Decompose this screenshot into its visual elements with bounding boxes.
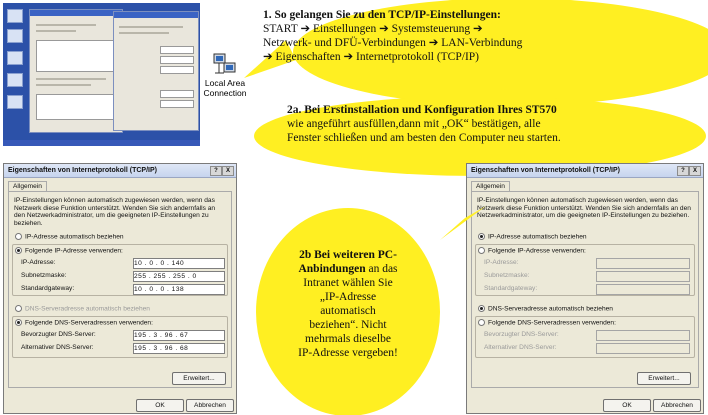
subnet-mask-input xyxy=(596,271,690,282)
bubble-2b-line: automatisch xyxy=(320,305,376,317)
dns1-input xyxy=(596,330,690,341)
radio-auto-dns[interactable]: DNS-Serveradresse automatisch beziehen xyxy=(478,305,613,312)
label-ip: IP-Adresse: xyxy=(21,259,56,266)
gateway-input[interactable]: 10 . 0 . 0 . 138 xyxy=(133,284,225,295)
radio-auto-dns[interactable]: DNS-Serveradresse automatisch beziehen xyxy=(15,305,150,312)
ip-address-input[interactable]: 10 . 0 . 0 . 140 xyxy=(133,258,225,269)
radio-label: DNS-Serveradresse automatisch beziehen xyxy=(488,305,613,313)
bubble-2b-line: 2b Bei weiteren PC- xyxy=(299,249,397,261)
radio-label: Folgende IP-Adresse verwenden: xyxy=(25,247,123,255)
bubble-1-text: 1. So gelangen Sie zu den TCP/IP-Einstel… xyxy=(263,8,673,64)
cancel-button[interactable]: Abbrechen xyxy=(653,399,701,412)
bubble-2b-line: IP-Adresse vergeben! xyxy=(298,347,398,359)
ip-address-input xyxy=(596,258,690,269)
desktop-icon xyxy=(7,51,23,65)
taskbar xyxy=(3,140,200,146)
window-connection-properties xyxy=(29,9,123,133)
label-gateway: Standardgateway: xyxy=(21,285,75,292)
ok-button[interactable]: OK xyxy=(136,399,184,412)
bubble-1-line: START ➔ Einstellungen ➔ Systemsteuerung … xyxy=(263,23,483,35)
label-dns1: Bevorzugter DNS-Server: xyxy=(21,331,96,338)
radio-manual-ip[interactable]: Folgende IP-Adresse verwenden: xyxy=(15,247,123,254)
dialog-title: Eigenschaften von Internetprotokoll (TCP… xyxy=(467,164,703,178)
advanced-button[interactable]: Erweitert... xyxy=(637,372,691,385)
radio-manual-dns[interactable]: Folgende DNS-Serveradressen verwenden: xyxy=(478,319,616,326)
gateway-input xyxy=(596,284,690,295)
bubble-2a-line: wie angeführt ausfüllen,dann mit „OK“ be… xyxy=(287,118,541,130)
bubble-2b-bold: Anbindungen xyxy=(298,263,366,275)
bubble-2b-line: mehrmals dieselbe xyxy=(305,333,391,345)
help-button[interactable]: ? xyxy=(677,166,689,176)
radio-button[interactable] xyxy=(15,319,22,326)
radio-button[interactable] xyxy=(15,247,22,254)
bubble-2b-line: beziehen“. Nicht xyxy=(309,319,387,331)
bubble-2b-line: Intranet wählen Sie xyxy=(303,277,393,289)
tab-general[interactable]: Allgemein xyxy=(471,181,510,191)
desktop-icon xyxy=(7,29,23,43)
close-button[interactable]: X xyxy=(689,166,701,176)
radio-manual-ip[interactable]: Folgende IP-Adresse verwenden: xyxy=(478,247,586,254)
bubble-2a-text: 2a. Bei Erstinstallation und Konfigurati… xyxy=(287,103,667,145)
tcpip-dialog-left: Eigenschaften von Internetprotokoll (TCP… xyxy=(3,163,237,414)
bubble-2b-line: an das xyxy=(365,263,398,275)
bubble-2a-line: Fenster schließen und am besten den Comp… xyxy=(287,132,561,144)
radio-label: IP-Adresse automatisch beziehen xyxy=(25,233,124,241)
dialog-title: Eigenschaften von Internetprotokoll (TCP… xyxy=(4,164,236,178)
label-dns2: Alternativer DNS-Server: xyxy=(484,344,557,351)
radio-label: DNS-Serveradresse automatisch beziehen xyxy=(25,305,150,313)
radio-label: IP-Adresse automatisch beziehen xyxy=(488,233,587,241)
label-mask: Subnetzmaske: xyxy=(484,272,530,279)
radio-label: Folgende IP-Adresse verwenden: xyxy=(488,247,586,255)
bubble-1-line: Netzwerk- und DFÜ-Verbindungen ➔ LAN-Ver… xyxy=(263,37,523,49)
dns2-input[interactable]: 195 . 3 . 96 . 68 xyxy=(133,343,225,354)
desktop-screenshot xyxy=(3,3,200,146)
dns1-input[interactable]: 195 . 3 . 96 . 67 xyxy=(133,330,225,341)
radio-label: Folgende DNS-Serveradressen verwenden: xyxy=(488,319,616,327)
radio-button[interactable] xyxy=(15,305,22,312)
label-dns1: Bevorzugter DNS-Server: xyxy=(484,331,559,338)
desktop-icon xyxy=(7,95,23,109)
radio-button[interactable] xyxy=(15,233,22,240)
help-button[interactable]: ? xyxy=(210,166,222,176)
label-dns2: Alternativer DNS-Server: xyxy=(21,344,94,351)
bubble-1-heading: 1. So gelangen Sie zu den TCP/IP-Einstel… xyxy=(263,9,501,21)
advanced-button[interactable]: Erweitert... xyxy=(172,372,226,385)
dns2-input xyxy=(596,343,690,354)
close-button[interactable]: X xyxy=(222,166,234,176)
ok-button[interactable]: OK xyxy=(603,399,651,412)
dialog-intro: IP-Einstellungen können automatisch zuge… xyxy=(14,197,216,227)
cancel-button[interactable]: Abbrechen xyxy=(186,399,234,412)
label-gateway: Standardgateway: xyxy=(484,285,538,292)
label-mask: Subnetzmaske: xyxy=(21,272,67,279)
bubble-2a-heading: 2a. Bei Erstinstallation und Konfigurati… xyxy=(287,104,557,116)
subnet-mask-input[interactable]: 255 . 255 . 255 . 0 xyxy=(133,271,225,282)
desktop-icon xyxy=(7,73,23,87)
radio-label: Folgende DNS-Serveradressen verwenden: xyxy=(25,319,153,327)
bubble-2b-line: „IP-Adresse xyxy=(319,291,377,303)
radio-auto-ip[interactable]: IP-Adresse automatisch beziehen xyxy=(15,233,124,240)
bubble-2b-text: 2b Bei weiteren PC- Anbindungen an das I… xyxy=(288,248,408,360)
tab-general[interactable]: Allgemein xyxy=(8,181,47,191)
bubble-1-line: ➔ Eigenschaften ➔ Internetprotokoll (TCP… xyxy=(263,51,480,63)
dialog-panel: IP-Einstellungen können automatisch zuge… xyxy=(8,191,232,388)
radio-auto-ip[interactable]: IP-Adresse automatisch beziehen xyxy=(478,233,587,240)
dialog-intro: IP-Einstellungen können automatisch zuge… xyxy=(477,197,691,219)
radio-manual-dns[interactable]: Folgende DNS-Serveradressen verwenden: xyxy=(15,319,153,326)
dialog-panel: IP-Einstellungen können automatisch zuge… xyxy=(471,191,699,388)
tcpip-dialog-right: Eigenschaften von Internetprotokoll (TCP… xyxy=(466,163,704,414)
desktop-icon xyxy=(7,9,23,23)
